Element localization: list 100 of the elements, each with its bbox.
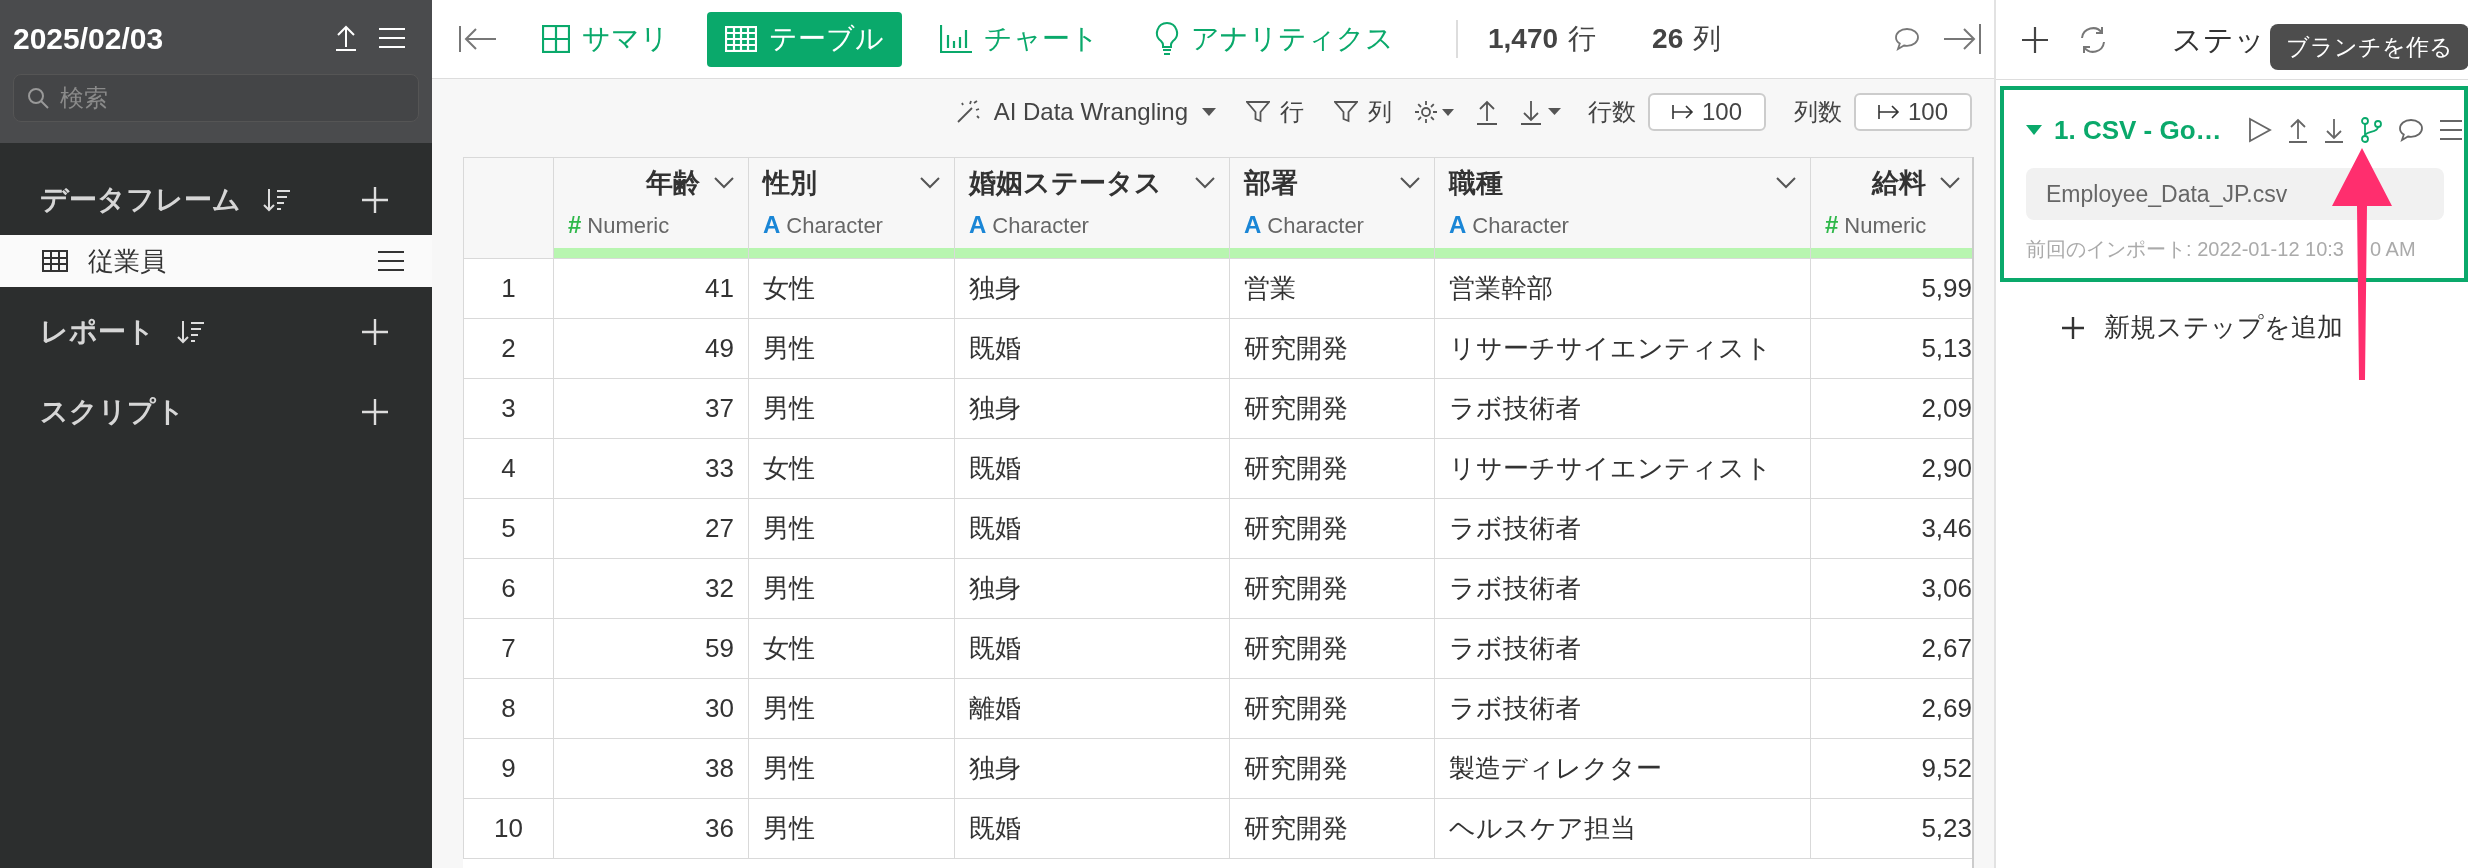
row-number: 6	[463, 558, 554, 619]
row-number: 5	[463, 498, 554, 559]
caret-icon[interactable]	[1195, 177, 1215, 189]
table-cell: 男性	[748, 318, 955, 379]
upload-icon[interactable]	[1476, 99, 1498, 125]
column-type: Character	[992, 211, 1089, 240]
row-number: 2	[463, 318, 554, 379]
table-cell: 研究開発	[1229, 438, 1435, 499]
sort-icon[interactable]	[263, 188, 291, 212]
row-number: 10	[463, 798, 554, 859]
table-cell: 男性	[748, 498, 955, 559]
column-type: Character	[1472, 211, 1569, 240]
table-cell: 既婚	[954, 798, 1230, 859]
grid-icon	[542, 25, 570, 53]
type-symbol: #	[568, 210, 582, 241]
menu-icon[interactable]	[378, 251, 404, 271]
add-icon[interactable]	[2022, 26, 2048, 53]
table-cell: ヘルスケア担当	[1434, 798, 1811, 859]
column-count-field[interactable]: 100	[1854, 93, 1972, 131]
column-header[interactable]: 婚姻ステータス	[969, 162, 1162, 204]
column-header[interactable]: 年齢	[646, 162, 700, 204]
table-cell: リサーチサイエンティスト	[1434, 318, 1811, 379]
column-header[interactable]: 性別	[763, 162, 817, 204]
table-cell: 男性	[748, 738, 955, 799]
count-value: 26	[1652, 22, 1684, 56]
table-cell: ラボ技術者	[1434, 618, 1811, 679]
table-cell: ラボ技術者	[1434, 378, 1811, 439]
section-title: レポート	[40, 315, 155, 349]
row-count-label: 行数	[1588, 97, 1636, 127]
search-field[interactable]: 検索	[13, 74, 419, 122]
caret-icon[interactable]	[1776, 177, 1796, 189]
caret-icon[interactable]	[1400, 177, 1420, 189]
table-cell: 営業	[1229, 258, 1435, 319]
upload-icon[interactable]	[2287, 117, 2308, 143]
table-cell: ラボ技術者	[1434, 498, 1811, 559]
column-header[interactable]: 部署	[1244, 162, 1298, 204]
refresh-icon[interactable]	[2078, 25, 2108, 54]
table-cell: 研究開発	[1229, 378, 1435, 439]
table-cell: 既婚	[954, 438, 1230, 499]
caret-icon[interactable]	[1940, 177, 1960, 189]
table-cell: ラボ技術者	[1434, 558, 1811, 619]
table-cell: 33	[553, 438, 749, 499]
download-icon[interactable]	[2323, 117, 2344, 143]
column-header[interactable]: 職種	[1449, 162, 1503, 204]
table-cell: 独身	[954, 378, 1230, 439]
expand-triangle-icon[interactable]	[2026, 125, 2042, 135]
comment-icon[interactable]	[1894, 27, 1920, 51]
magic-wand-icon	[955, 100, 980, 124]
table-cell: 女性	[748, 618, 955, 679]
table-cell: 36	[553, 798, 749, 859]
table-cell: 27	[553, 498, 749, 559]
settings-icon[interactable]	[1414, 99, 1454, 125]
table-cell: 41	[553, 258, 749, 319]
bar-chart-icon	[940, 25, 972, 53]
count-value: 1,470	[1488, 22, 1559, 56]
table-cell: 既婚	[954, 318, 1230, 379]
collapse-right-icon[interactable]	[1944, 24, 1982, 54]
download-icon[interactable]	[1520, 99, 1562, 125]
table-cell: 研究開発	[1229, 498, 1435, 559]
add-icon	[2061, 316, 2084, 339]
row-number: 7	[463, 618, 554, 679]
count-unit: 列	[1693, 22, 1722, 56]
ai-data-wrangling-button[interactable]: AI Data Wrangling	[955, 94, 1216, 130]
type-symbol: A	[1244, 210, 1262, 241]
menu-icon[interactable]	[2439, 120, 2462, 140]
caret-icon	[1202, 108, 1216, 116]
table-cell: 製造ディレクター	[1434, 738, 1811, 799]
table-cell: ラボ技術者	[1434, 678, 1811, 739]
column-filter-button[interactable]: 列	[1334, 94, 1392, 130]
table-cell: 男性	[748, 678, 955, 739]
sort-icon[interactable]	[177, 320, 205, 344]
table-cell: リサーチサイエンティスト	[1434, 438, 1811, 499]
table-cell: 女性	[748, 438, 955, 499]
table-cell: 研究開発	[1229, 798, 1435, 859]
column-type: Numeric	[1844, 211, 1927, 240]
limit-arrow-icon	[1877, 104, 1900, 120]
table-cell: 独身	[954, 558, 1230, 619]
collapse-left-icon[interactable]	[458, 26, 498, 52]
caret-icon[interactable]	[920, 177, 940, 189]
type-symbol: A	[969, 210, 987, 241]
row-number: 1	[463, 258, 554, 319]
type-symbol: A	[763, 210, 781, 241]
row-filter-button[interactable]: 行	[1246, 94, 1304, 130]
table-cell: 研究開発	[1229, 318, 1435, 379]
branch-icon[interactable]	[2359, 117, 2382, 143]
comment-icon[interactable]	[2397, 118, 2424, 142]
add-step-button[interactable]: 新規ステップを追加	[2061, 308, 2343, 347]
row-number: 4	[463, 438, 554, 499]
table-cell: 既婚	[954, 498, 1230, 559]
column-header[interactable]: 給料	[1872, 162, 1926, 204]
play-icon[interactable]	[2247, 117, 2272, 143]
filter-icon	[1334, 100, 1358, 124]
step-card[interactable]: 1. CSV - Go… Employee_Data_JP.csv 前回のインポート: 2022-01-12 10:3 0 AM	[2000, 86, 2468, 282]
type-symbol: #	[1825, 210, 1839, 241]
row-number: 3	[463, 378, 554, 439]
table-cell: 既婚	[954, 618, 1230, 679]
caret-icon[interactable]	[714, 177, 734, 189]
row-count-field[interactable]: 100	[1648, 93, 1766, 131]
dataframe-item[interactable]: 従業員	[0, 235, 432, 287]
table-cell: 独身	[954, 258, 1230, 319]
